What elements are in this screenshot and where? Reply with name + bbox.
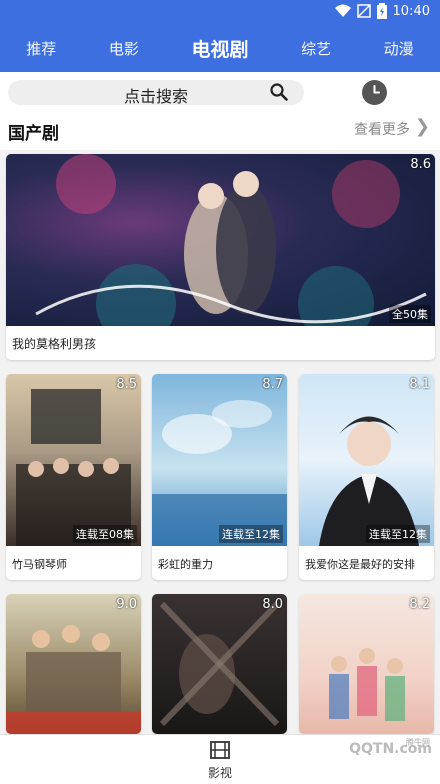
search-placeholder: 点击搜索 — [123, 87, 188, 106]
poster-image: 9.0 — [6, 594, 141, 734]
poster-art — [329, 648, 405, 721]
search-icon — [270, 83, 288, 101]
poster-image: 8.2 — [299, 594, 434, 734]
film-icon — [210, 741, 230, 759]
rating-badge: 8.2 — [409, 597, 430, 612]
poster-art — [159, 601, 280, 727]
show-title: 竹马钢琴师 — [12, 558, 67, 571]
section-header: 国产剧 查看更多 ❯ — [0, 112, 440, 150]
history-button[interactable] — [362, 80, 387, 105]
watermark-tag: 腾牛网 — [406, 738, 430, 747]
wifi-icon — [334, 4, 351, 17]
tab-anime[interactable]: 动漫 — [384, 38, 414, 59]
featured-title: 我的莫格利男孩 — [12, 337, 97, 351]
watermark-logo: 腾牛网 QQTN.com — [349, 738, 432, 757]
tab-tv-series[interactable]: 电视剧 — [191, 35, 248, 62]
featured-card[interactable]: 8.6 全50集 我的莫格利男孩 — [6, 154, 435, 360]
tab-recommend[interactable]: 推荐 — [26, 38, 56, 59]
clock-text: 10:40 — [392, 3, 430, 19]
top-nav: 推荐 电影 电视剧 综艺 动漫 — [0, 24, 440, 72]
poster-image: 8.7 连载至12集 — [152, 374, 287, 546]
battery-icon — [376, 3, 387, 19]
show-card[interactable]: 8.0 — [152, 594, 287, 734]
poster-image: 8.0 — [152, 594, 287, 734]
rating-badge: 8.5 — [116, 377, 137, 392]
episode-badge: 连载至12集 — [219, 525, 283, 543]
section-title: 国产剧 — [8, 124, 59, 144]
poster-art — [16, 389, 131, 546]
episode-badge: 连载至12集 — [366, 525, 430, 543]
no-signal-icon — [356, 4, 371, 18]
search-input[interactable]: 点击搜索 — [8, 80, 304, 106]
clock-icon — [373, 85, 380, 94]
tab-movies[interactable]: 电影 — [109, 38, 139, 59]
poster-image: 8.6 全50集 — [6, 154, 435, 326]
status-icons: 10:40 — [334, 3, 430, 19]
episode-badge: 全50集 — [389, 305, 431, 323]
rating-badge: 8.7 — [262, 377, 283, 392]
show-card[interactable]: 9.0 — [6, 594, 141, 734]
view-more-link[interactable]: 查看更多 — [354, 119, 410, 139]
chevron-right-icon[interactable]: ❯ — [415, 116, 430, 137]
status-bar: 10:40 — [0, 0, 440, 24]
rating-badge: 8.1 — [409, 377, 430, 392]
bottom-nav: 影视 腾牛网 QQTN.com — [0, 734, 440, 784]
show-title: 我爱你这是最好的安排 — [305, 558, 415, 571]
tab-variety[interactable]: 综艺 — [301, 38, 331, 59]
poster-image: 8.5 连载至08集 — [6, 374, 141, 546]
search-row: 点击搜索 — [0, 72, 440, 112]
poster-art — [35, 154, 427, 326]
rating-badge: 8.6 — [410, 157, 431, 172]
show-card[interactable]: 8.1 连载至12集 我爱你这是最好的安排 — [299, 374, 434, 580]
show-card[interactable]: 8.7 连载至12集 彩虹的重力 — [152, 374, 287, 580]
bottom-tab-label: 影视 — [207, 766, 232, 780]
show-title: 彩虹的重力 — [158, 558, 213, 571]
episode-badge: 连载至08集 — [73, 525, 137, 543]
poster-image: 8.1 连载至12集 — [299, 374, 434, 546]
show-card[interactable]: 8.5 连载至08集 竹马钢琴师 — [6, 374, 141, 580]
show-card[interactable]: 8.2 — [299, 594, 434, 734]
poster-art — [152, 400, 287, 546]
rating-badge: 9.0 — [116, 597, 137, 612]
bottom-tab-video[interactable]: 影视 — [200, 741, 240, 781]
rating-badge: 8.0 — [262, 597, 283, 612]
poster-art — [319, 416, 419, 546]
poster-art — [6, 625, 141, 734]
